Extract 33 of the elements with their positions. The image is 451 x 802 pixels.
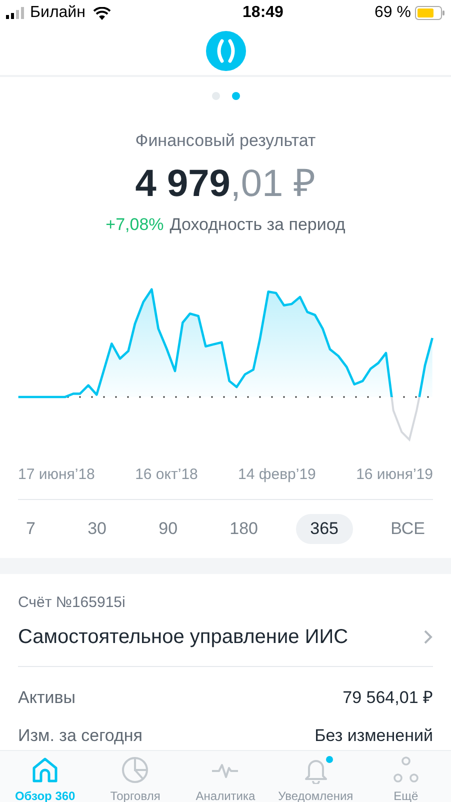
amount-integer: 4 979 [135, 162, 230, 206]
account-name: Самостоятельное управление ИИС [18, 625, 348, 650]
change-label: Доходность за период [170, 214, 346, 236]
period-tab[interactable]: 30 [74, 514, 120, 544]
change-percent: +7,08% [106, 214, 164, 236]
battery-percent: 69 % [374, 3, 411, 23]
row-value: Без изменений [314, 724, 433, 746]
date-label: 16 июня’19 [356, 465, 433, 485]
period-tab[interactable]: 365 [296, 514, 352, 544]
chevron-right-icon[interactable] [423, 629, 433, 645]
carrier-name: Билайн [30, 3, 86, 23]
amount-fraction: ,01 ₽ [230, 162, 316, 206]
wifi-icon [93, 6, 112, 20]
period-tab[interactable]: 7 [12, 514, 50, 544]
pie-chart-icon [121, 756, 150, 784]
home-icon [31, 756, 60, 784]
period-tab[interactable]: ВСЕ [376, 514, 439, 544]
period-tab[interactable]: 180 [216, 514, 272, 544]
date-label: 14 февр’19 [238, 465, 316, 485]
period-tab[interactable]: 90 [144, 514, 192, 544]
summary-title: Финансовый результат [134, 130, 317, 152]
dots-icon [392, 756, 420, 784]
battery-icon [415, 6, 445, 20]
date-label: 17 июня’18 [18, 465, 95, 485]
logo-icon [206, 30, 246, 70]
account-number: Счёт №165915i [18, 592, 126, 612]
row-label: Активы [18, 687, 76, 709]
date-label: 16 окт’18 [135, 465, 198, 485]
row-label: Изм. за сегодня [18, 724, 142, 746]
row-value: 79 564,01 ₽ [342, 687, 433, 709]
clock-time: 18:49 [242, 3, 284, 23]
signal-icon [6, 7, 26, 19]
tab-bar-item[interactable]: Аналитика [181, 756, 270, 802]
